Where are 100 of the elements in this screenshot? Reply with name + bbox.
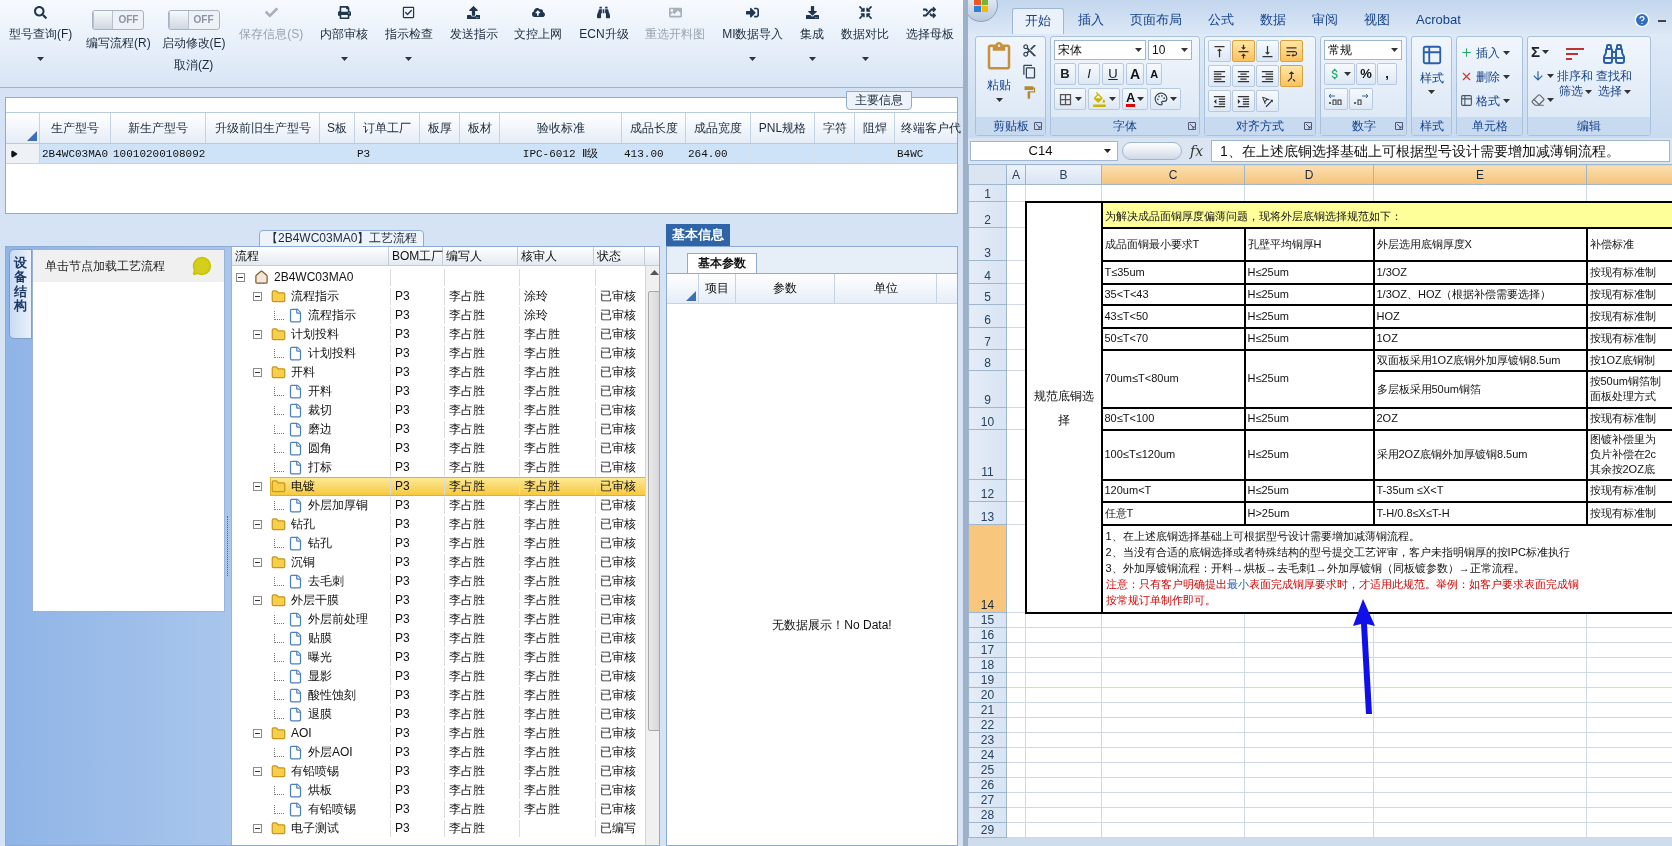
row-number[interactable]: 11 — [968, 429, 1007, 480]
column-header[interactable]: PNL规格 — [751, 113, 815, 143]
row-number[interactable]: 9 — [968, 370, 1007, 408]
name-box[interactable]: C14 — [970, 141, 1118, 161]
tree-toggle[interactable] — [253, 767, 262, 776]
column-header[interactable]: BOM工厂 — [389, 247, 443, 265]
column-header[interactable]: C — [1101, 164, 1245, 185]
toolbar-button[interactable]: 内部审核 — [317, 0, 372, 78]
font-style-button[interactable]: U — [1102, 63, 1124, 85]
align-button[interactable] — [1232, 90, 1255, 112]
font-style-button[interactable]: I — [1078, 63, 1100, 85]
column-header[interactable]: 升级前旧生产型号 — [206, 113, 320, 143]
ribbon-tab[interactable]: Acrobat — [1404, 8, 1473, 34]
scroll-thumb[interactable] — [647, 291, 659, 731]
formula-bar-handle[interactable] — [1122, 142, 1182, 160]
toolbar-button[interactable]: 数据对比 — [838, 0, 893, 78]
column-header[interactable]: 板厚 — [420, 113, 460, 143]
align-button[interactable] — [1232, 65, 1255, 87]
column-header[interactable]: 成品长度 — [622, 113, 686, 143]
align-button[interactable] — [1208, 40, 1231, 62]
tree-toggle[interactable] — [253, 520, 262, 529]
toolbar-button[interactable]: 文控上网 — [511, 0, 566, 78]
currency-button[interactable] — [1324, 63, 1355, 85]
tree-toggle[interactable] — [253, 729, 262, 738]
row-number[interactable]: 4 — [968, 260, 1007, 284]
cut-icon[interactable] — [1022, 43, 1037, 58]
font-size-select[interactable]: 10 — [1148, 40, 1192, 60]
row-number[interactable]: 12 — [968, 479, 1007, 502]
styles-button[interactable]: 样式 — [1415, 40, 1448, 117]
column-header[interactable]: 订单工厂 — [355, 113, 420, 143]
ribbon-tab[interactable]: 插入 — [1066, 8, 1116, 34]
ribbon-tab[interactable]: 页面布局 — [1118, 8, 1194, 34]
help-icon[interactable] — [1634, 12, 1650, 28]
tree-toggle[interactable] — [253, 368, 262, 377]
toolbar-button[interactable]: 发送指示 — [446, 0, 501, 78]
ribbon-tab[interactable]: 视图 — [1352, 8, 1402, 34]
column-header[interactable]: 阻焊 — [855, 113, 895, 143]
tree-row[interactable]: 电镀 P3 李占胜 李占胜 已审核 — [270, 477, 647, 496]
toolbar-button[interactable]: 选择母板 — [902, 0, 957, 78]
ribbon-tab[interactable]: 数据 — [1248, 8, 1298, 34]
tree-toggle[interactable] — [253, 330, 262, 339]
sub-tab[interactable]: 基本参数 — [687, 253, 757, 273]
editing-button[interactable]: 查找和 选择 — [1596, 40, 1632, 117]
column-header[interactable]: 成品宽度 — [686, 113, 751, 143]
column-header[interactable]: 板材 — [460, 113, 500, 143]
font-style-button[interactable]: B — [1054, 63, 1076, 85]
toolbar-button[interactable]: ECN升级 — [576, 0, 632, 78]
row-number[interactable]: 10 — [968, 407, 1007, 430]
ribbon-tab[interactable]: 开始 — [1012, 8, 1064, 34]
column-header[interactable]: 新生产型号 — [111, 113, 206, 143]
column-header[interactable]: 核审人 — [518, 247, 594, 265]
phonetic-button[interactable] — [1150, 88, 1182, 110]
formula-field[interactable]: 1、在上述底铜选择基础上可根据型号设计需要增加减薄铜流程。 — [1211, 140, 1670, 162]
cells-button[interactable]: 插入 — [1460, 42, 1510, 63]
ribbon-tab[interactable]: 审阅 — [1300, 8, 1350, 34]
row-number[interactable]: 6 — [968, 304, 1007, 328]
number-style-button[interactable]: % — [1356, 63, 1376, 85]
column-header[interactable]: 流程 — [232, 247, 389, 265]
column-header[interactable]: E — [1373, 164, 1587, 185]
shrink-font-button[interactable]: A — [1146, 63, 1163, 85]
column-header[interactable]: 生产型号 — [40, 113, 111, 143]
panel-tab[interactable]: 基本信息 — [666, 224, 730, 246]
side-tab[interactable]: 设备结构 — [9, 249, 32, 339]
copy-icon[interactable] — [1022, 64, 1037, 79]
decrease-decimal-button[interactable] — [1349, 88, 1373, 110]
tree-toggle[interactable] — [253, 824, 262, 833]
toolbar-button[interactable]: 型号查询(F) — [6, 0, 76, 78]
format-painter-icon[interactable] — [1022, 85, 1037, 100]
column-header[interactable]: 参数 — [736, 274, 835, 303]
row-number[interactable]: 2 — [968, 201, 1007, 228]
cells-button[interactable]: 格式 — [1460, 90, 1510, 111]
number-style-button[interactable]: , — [1377, 63, 1397, 85]
align-button[interactable] — [1256, 65, 1279, 87]
tree-toggle[interactable] — [253, 482, 262, 491]
column-header[interactable]: 单位 — [835, 274, 937, 303]
increase-decimal-button[interactable] — [1324, 88, 1348, 110]
panel-tab[interactable]: 主要信息 — [846, 91, 912, 110]
align-button[interactable] — [1280, 65, 1303, 87]
borders-button[interactable] — [1054, 88, 1086, 110]
insert-function-button[interactable]: fx — [1186, 140, 1208, 162]
column-header[interactable]: B — [1025, 164, 1102, 185]
grow-font-button[interactable]: A — [1126, 63, 1145, 85]
row-number[interactable]: 14 — [968, 524, 1007, 613]
column-header[interactable]: 字符 — [815, 113, 855, 143]
number-format-select[interactable]: 常规 — [1324, 40, 1402, 60]
tree-toggle[interactable] — [253, 292, 262, 301]
align-button[interactable] — [1208, 90, 1231, 112]
tree-toggle[interactable] — [253, 558, 262, 567]
row-number[interactable]: 13 — [968, 501, 1007, 525]
cells-button[interactable]: 删除 — [1460, 66, 1510, 87]
ribbon-tab[interactable]: 公式 — [1196, 8, 1246, 34]
align-button[interactable] — [1280, 40, 1303, 62]
font-name-select[interactable]: 宋体 — [1054, 40, 1146, 60]
column-header[interactable]: 项目 — [699, 274, 736, 303]
tree-toggle[interactable] — [236, 273, 245, 282]
row-number[interactable]: 5 — [968, 283, 1007, 305]
align-button[interactable] — [1208, 65, 1231, 87]
toolbar-button[interactable]: 集成 — [797, 0, 828, 78]
row-number[interactable]: 8 — [968, 349, 1007, 371]
font-color-button[interactable]: A — [1122, 88, 1149, 110]
